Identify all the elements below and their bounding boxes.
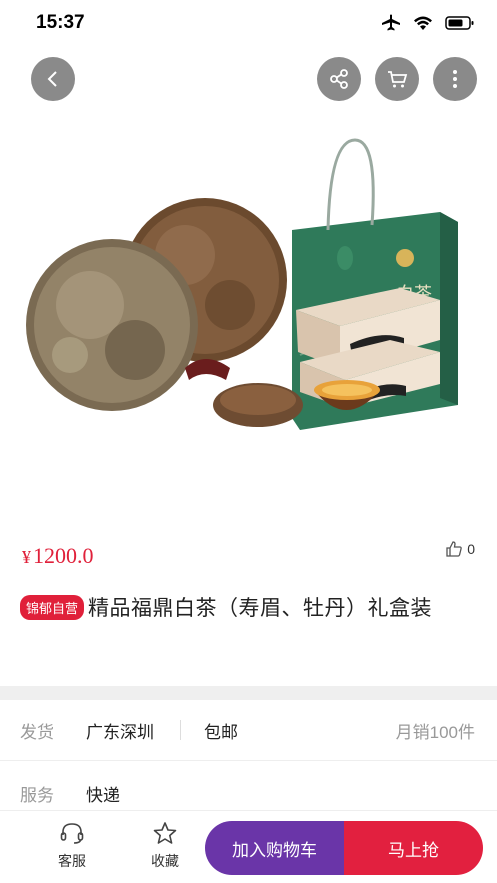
customer-service-button[interactable]: 客服	[42, 821, 102, 871]
share-button[interactable]	[317, 57, 361, 101]
wifi-icon	[414, 16, 432, 30]
product-title-row: 锦郁自营 精品福鼎白茶（寿眉、牡丹）礼盒装	[20, 592, 432, 622]
like-count: 0	[467, 541, 475, 557]
customer-service-label: 客服	[58, 853, 86, 869]
battery-icon	[445, 16, 474, 30]
row-separator	[180, 720, 181, 740]
shipping-row: 发货 广东深圳 包邮 月销100件	[0, 700, 497, 761]
currency-symbol: ¥	[22, 547, 31, 567]
price-value: 1200.0	[33, 543, 94, 568]
thumbs-up-icon	[446, 541, 462, 557]
bottom-action-bar: 客服 收藏 加入购物车 马上抢	[0, 810, 497, 883]
chevron-left-icon	[47, 71, 57, 87]
status-time: 15:37	[36, 12, 85, 33]
service-value: 快递	[86, 785, 120, 805]
status-bar: 15:37	[0, 0, 497, 48]
favorite-label: 收藏	[151, 853, 179, 869]
product-image[interactable]: 白茶	[0, 100, 497, 520]
more-vertical-icon	[453, 70, 457, 88]
more-button[interactable]	[433, 57, 477, 101]
free-shipping: 包邮	[204, 722, 238, 742]
buy-now-button[interactable]: 马上抢	[344, 821, 483, 875]
favorite-button[interactable]: 收藏	[135, 821, 195, 871]
airplane-icon	[382, 14, 400, 31]
shipping-origin: 广东深圳	[86, 722, 154, 742]
service-label: 服务	[20, 785, 54, 805]
status-icons	[381, 14, 475, 32]
cart-icon	[388, 71, 408, 88]
self-operated-badge: 锦郁自营	[20, 594, 85, 620]
monthly-sales: 月销100件	[395, 722, 475, 742]
star-icon	[153, 822, 177, 844]
section-divider	[0, 686, 497, 700]
add-to-cart-button[interactable]: 加入购物车	[205, 821, 344, 875]
shipping-label: 发货	[20, 722, 54, 742]
back-button[interactable]	[31, 57, 75, 101]
product-title: 精品福鼎白茶（寿眉、牡丹）礼盒装	[88, 597, 433, 620]
headset-icon	[60, 823, 84, 844]
cta-group: 加入购物车 马上抢	[205, 821, 483, 875]
product-price: ¥1200.0	[22, 543, 94, 569]
share-icon	[330, 69, 348, 89]
tea-cake-front	[26, 239, 198, 411]
cart-button[interactable]	[375, 57, 419, 101]
like-button[interactable]: 0	[445, 540, 475, 558]
